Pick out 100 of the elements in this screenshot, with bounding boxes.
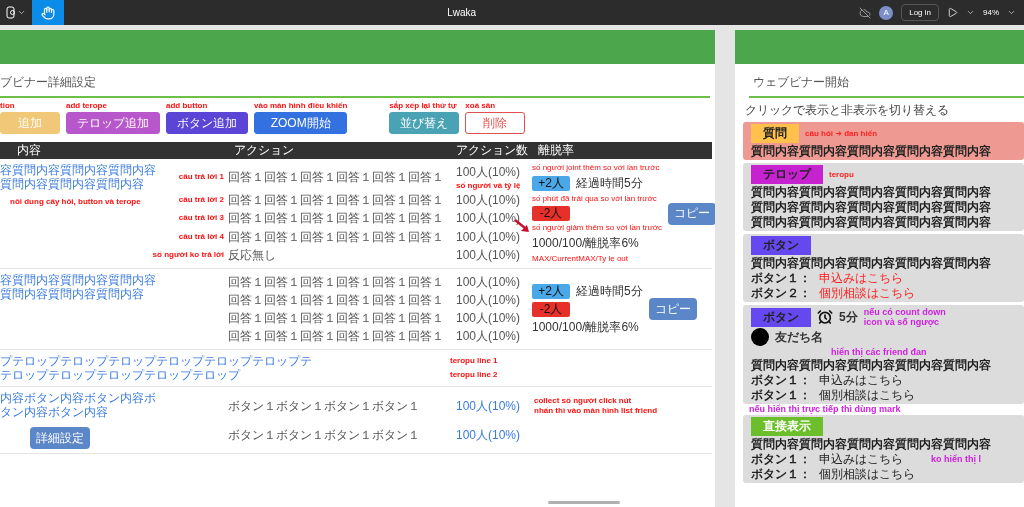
answer-text: 回答１回答１回答１回答１回答１回答１ xyxy=(228,192,444,210)
card-text: 質問内容質問内容質問内容質問内容質問内容 xyxy=(751,215,992,229)
content-text: 内容ボタン内容ボタン内容ボタン内容ボタン内容 xyxy=(0,391,157,419)
decrease-badge: -2人 xyxy=(532,206,570,221)
card-text: 質問内容質問内容質問内容質問内容質問内容 xyxy=(751,200,992,214)
chevron-down-icon[interactable] xyxy=(17,8,26,17)
action-button[interactable]: 削除 xyxy=(465,112,526,134)
button-label: ボタン１： xyxy=(751,388,811,402)
annotation-text: add terope xyxy=(66,101,108,111)
play-icon[interactable] xyxy=(947,7,958,18)
answer-text: 回答１回答１回答１回答１回答１回答１ xyxy=(228,228,444,246)
answer-count: 100人(10%) xyxy=(456,192,521,210)
card-text: 質問内容質問内容質問内容質問内容質問内容 xyxy=(751,256,992,270)
annotation-text: nếu hiển thị trực tiếp thì dùng mark xyxy=(749,404,902,414)
button-label: ボタン１： xyxy=(751,452,811,466)
scrollbar-thumb xyxy=(548,501,620,504)
button-value: 申込みはこちら xyxy=(819,373,903,387)
content-text: 容質問内容質問内容質問内容質問内容質問内容質問内容 xyxy=(0,163,157,191)
elapsed-time: 経過時間5分 xyxy=(576,282,643,300)
action-button[interactable]: テロップ追加 xyxy=(66,112,160,134)
annotation-text: tion xyxy=(0,101,16,111)
action-button[interactable]: ボタン追加 xyxy=(166,112,248,134)
increase-badge: +2人 xyxy=(532,176,570,191)
annotation-text: teropu xyxy=(829,169,854,180)
button-label: ボタン１： xyxy=(751,373,811,387)
copy-button[interactable]: コピー xyxy=(668,202,715,225)
button-value: 個別相談はこちら xyxy=(819,388,915,402)
annotation-text: hiển thị các friend đan xyxy=(831,347,928,357)
answer-count: 100人(10%) xyxy=(456,164,521,182)
answer-text: 回答１回答１回答１回答１回答１回答１ xyxy=(228,210,444,228)
avatar-placeholder xyxy=(751,328,769,346)
annotation-text: câu trả lời 3 xyxy=(178,213,224,224)
user-avatar[interactable]: A xyxy=(879,5,894,20)
cloud-off-icon xyxy=(859,6,872,19)
answer-text: 回答１回答１回答１回答１回答１回答１ xyxy=(228,328,444,345)
telop-text: プテロップテロップテロップテロップテロップテロップテ xyxy=(0,354,312,368)
button-label: ボタン１： xyxy=(751,467,811,481)
login-button[interactable]: Log in xyxy=(901,4,939,21)
card-tag: ボタン xyxy=(751,236,811,255)
answer-count: 100人(10%) xyxy=(456,427,521,444)
answer-text: 回答１回答１回答１回答１回答１回答１ xyxy=(228,292,444,309)
answer-count: 100人(10%) xyxy=(456,310,521,327)
zoom-level[interactable]: 94% xyxy=(983,8,999,17)
annotation-text: câu hỏi ➜ đan hiển xyxy=(805,128,878,139)
webinar-card[interactable]: 直接表示 質問内容質問内容質問内容質問内容質問内容 ボタン１： 申込みはこちら ko hiển thị l ボタン１： 個別相談はこちら xyxy=(743,415,1024,483)
button-value: 申込みはこちら xyxy=(819,452,903,466)
annotation-text: nôi dung cây hỏi, button và terope xyxy=(10,197,141,207)
answer-text: ボタン１ボタン１ボタン１ボタン１ xyxy=(228,427,420,444)
webinar-card[interactable]: ボタン 質問内容質問内容質問内容質問内容質問内容 ボタン１： 申込みはこちら ボタン２： 個別相談はこちら xyxy=(743,234,1024,302)
answer-count: 100人(10%) xyxy=(456,210,521,228)
card-text: 質問内容質問内容質問内容質問内容質問内容 xyxy=(751,185,992,199)
button-value: 個別相談はこちら xyxy=(819,286,915,300)
answer-text: 回答１回答１回答１回答１回答１回答１ xyxy=(228,310,444,327)
caption-text: クリックで表示と非表示を切り替える xyxy=(744,102,950,119)
action-button[interactable]: 並び替え xyxy=(389,112,460,134)
button-value: 個別相談はこちら xyxy=(819,467,915,481)
dropout-summary: 1000/100/離脱率6% xyxy=(532,235,640,252)
hand-tool-button[interactable] xyxy=(32,0,64,25)
alarm-clock-icon xyxy=(817,309,833,325)
elapsed-time: 経過時間5分 xyxy=(576,175,643,192)
button-value: 申込みはこちら xyxy=(819,271,903,285)
annotation-text: add button xyxy=(166,101,209,111)
frame-title: ウェブビナー開始 xyxy=(752,74,850,91)
app-logo-icon[interactable] xyxy=(6,6,15,19)
answer-text: ボタン１ボタン１ボタン１ボタン１ xyxy=(228,398,420,415)
chevron-down-icon[interactable] xyxy=(1007,8,1016,17)
annotation-text: câu trả lời 4 xyxy=(178,231,224,242)
annotation-text: MAX/CurrentMAX/Ty le out xyxy=(532,254,630,264)
answer-count: 100人(10%) xyxy=(456,398,521,415)
column-header: 離脱率 xyxy=(537,142,575,159)
chevron-down-icon[interactable] xyxy=(966,8,975,17)
webinar-card[interactable]: 質問 câu hỏi ➜ đan hiển 質問内容質問内容質問内容質問内容質問内容 xyxy=(743,122,1024,160)
annotation-text: số người joint thêm so với lần trước xyxy=(532,163,661,173)
answer-text: 反応無し xyxy=(228,246,276,264)
action-button[interactable]: ZOOM開始 xyxy=(254,112,348,134)
card-tag: 直接表示 xyxy=(751,417,823,436)
answer-count: 100人(10%) xyxy=(456,328,521,345)
annotation-text: teropu line 1 xyxy=(450,356,498,366)
annotation-text: nhấn thì vào màn hình list friend xyxy=(534,406,659,416)
annotation-text: số người và tỷ lệ xyxy=(456,181,521,192)
column-header: アクション xyxy=(233,142,295,159)
webinar-card[interactable]: テロップ teropu 質問内容質問内容質問内容質問内容質問内容 質問内容質問内容質問内容質問内容質問内容 質問内容質問内容質問内容質問内容質問内容 xyxy=(743,163,1024,231)
answer-count: 100人(10%) xyxy=(456,246,521,264)
annotation-text: xoá sản xyxy=(465,101,497,111)
annotation-text: câu trả lời 2 xyxy=(178,195,224,206)
copy-button[interactable]: コピー xyxy=(648,298,697,320)
annotation-text: teropu line 2 xyxy=(450,370,498,380)
file-title: Lwaka xyxy=(446,7,478,18)
annotation-text: câu trả lời 1 xyxy=(178,172,224,183)
card-text: 質問内容質問内容質問内容質問内容質問内容 xyxy=(751,437,992,451)
content-text: 容質問内容質問内容質問内容質問内容質問内容質問内容 xyxy=(0,273,157,301)
annotation-text: nếu có count down xyxy=(863,307,946,317)
button-label: ボタン１： xyxy=(751,271,811,285)
answer-count: 100人(10%) xyxy=(456,274,521,291)
card-tag: ボタン xyxy=(751,307,811,327)
answer-text: 回答１回答１回答１回答１回答１回答１ xyxy=(228,169,444,187)
card-text: 質問内容質問内容質問内容質問内容質問内容 xyxy=(751,144,992,158)
frame-title: ブビナー詳細設定 xyxy=(0,74,97,91)
answer-count: 100人(10%) xyxy=(456,292,521,309)
detail-settings-button[interactable]: 詳細設定 xyxy=(30,427,90,449)
